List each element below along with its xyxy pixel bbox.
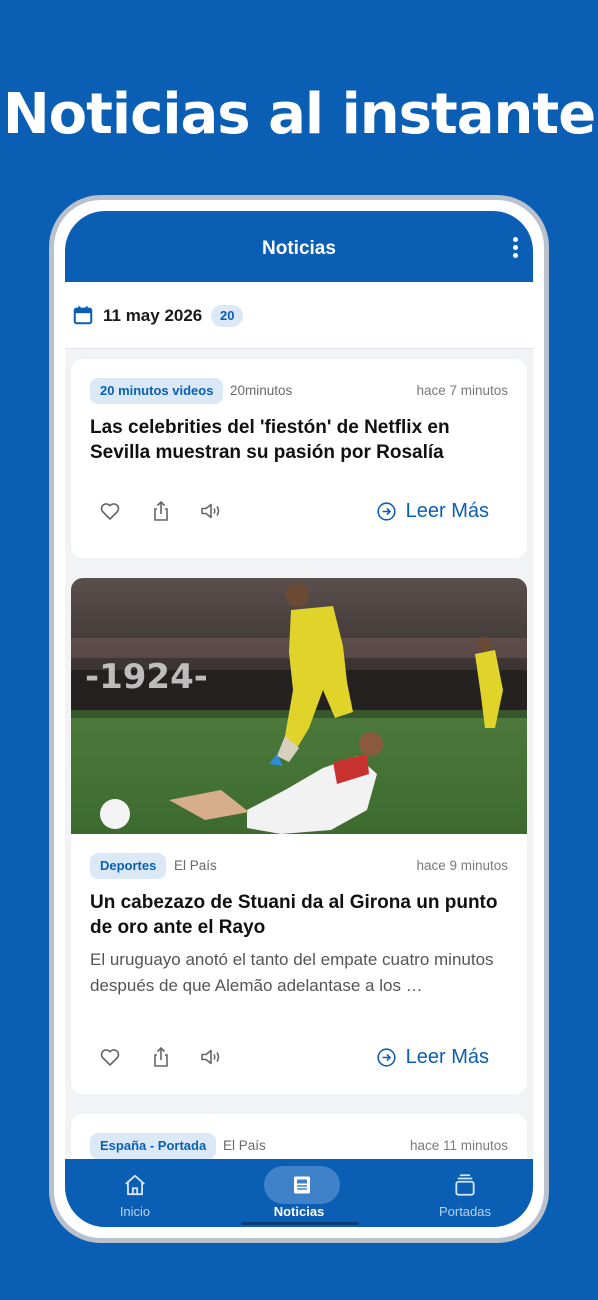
heart-icon[interactable] — [98, 499, 122, 523]
card-meta: España - Portada El País hace 11 minutos — [90, 1133, 508, 1159]
nav-item-portadas[interactable]: Portadas — [395, 1159, 533, 1227]
card-meta: Deportes El País hace 9 minutos — [90, 853, 508, 879]
stack-icon — [455, 1174, 475, 1196]
bottom-navigation: Inicio Noticias Portadas — [65, 1159, 533, 1227]
share-icon[interactable] — [149, 499, 173, 523]
time-label: hace 7 minutos — [416, 383, 508, 398]
category-tag[interactable]: España - Portada — [90, 1133, 217, 1159]
heart-icon[interactable] — [98, 1045, 122, 1069]
category-tag[interactable]: 20 minutos videos — [90, 378, 224, 404]
article-summary: El uruguayo anotó el tanto del empate cu… — [90, 950, 494, 995]
card-actions: Leer Más — [71, 1037, 527, 1077]
nav-item-inicio[interactable]: Inicio — [65, 1159, 205, 1227]
time-label: hace 11 minutos — [409, 1138, 508, 1153]
home-indicator — [241, 1222, 359, 1225]
news-card[interactable]: 20 minutos videos 20minutos hace 7 minut… — [71, 359, 527, 558]
arrow-circle-icon — [377, 1047, 396, 1067]
news-card[interactable]: -1924- Deportes El País hace 9 minutos U… — [71, 578, 527, 1094]
nav-item-noticias[interactable]: Noticias — [229, 1159, 369, 1227]
card-meta: 20 minutos videos 20minutos hace 7 minut… — [90, 378, 508, 404]
arrow-circle-icon — [377, 501, 396, 521]
app-bar-title: Noticias — [262, 238, 336, 259]
article-title[interactable]: Un cabezazo de Stuani da al Girona un pu… — [90, 890, 510, 940]
app-screen: Noticias 11 may 2026 20 20 minutos video… — [65, 211, 533, 1227]
read-more-label: Leer Más — [405, 1045, 489, 1068]
read-more-button[interactable]: Leer Más — [376, 1043, 489, 1071]
date-label[interactable]: 11 may 2026 — [103, 306, 202, 326]
phone-frame: Noticias 11 may 2026 20 20 minutos video… — [49, 195, 549, 1243]
speaker-icon[interactable] — [199, 499, 223, 523]
share-icon[interactable] — [149, 1045, 173, 1069]
promo-headline: Noticias al instante — [2, 82, 596, 147]
nav-label: Inicio — [119, 1204, 151, 1219]
article-title[interactable]: Las celebrities del 'fiestón' de Netflix… — [90, 415, 510, 465]
calendar-icon[interactable] — [72, 304, 94, 326]
article-image[interactable]: -1924- — [71, 578, 527, 834]
category-tag[interactable]: Deportes — [90, 853, 167, 879]
card-actions: Leer Más — [71, 491, 527, 531]
stadium-banner-text: -1924- — [85, 657, 208, 697]
date-bar: 11 may 2026 20 — [65, 282, 533, 349]
source-label: El País — [223, 1138, 266, 1153]
nav-label: Noticias — [273, 1204, 325, 1219]
article-count-badge: 20 — [211, 305, 244, 327]
home-icon — [125, 1174, 145, 1196]
source-label: 20minutos — [230, 383, 293, 398]
time-label: hace 9 minutos — [416, 858, 508, 873]
more-vert-icon[interactable] — [509, 237, 521, 261]
read-more-label: Leer Más — [405, 499, 489, 522]
newspaper-icon — [294, 1176, 310, 1194]
nav-label: Portadas — [438, 1204, 492, 1219]
source-label: El País — [174, 858, 217, 873]
read-more-button[interactable]: Leer Más — [376, 497, 489, 525]
speaker-icon[interactable] — [199, 1045, 223, 1069]
app-bar: Noticias — [65, 211, 533, 282]
